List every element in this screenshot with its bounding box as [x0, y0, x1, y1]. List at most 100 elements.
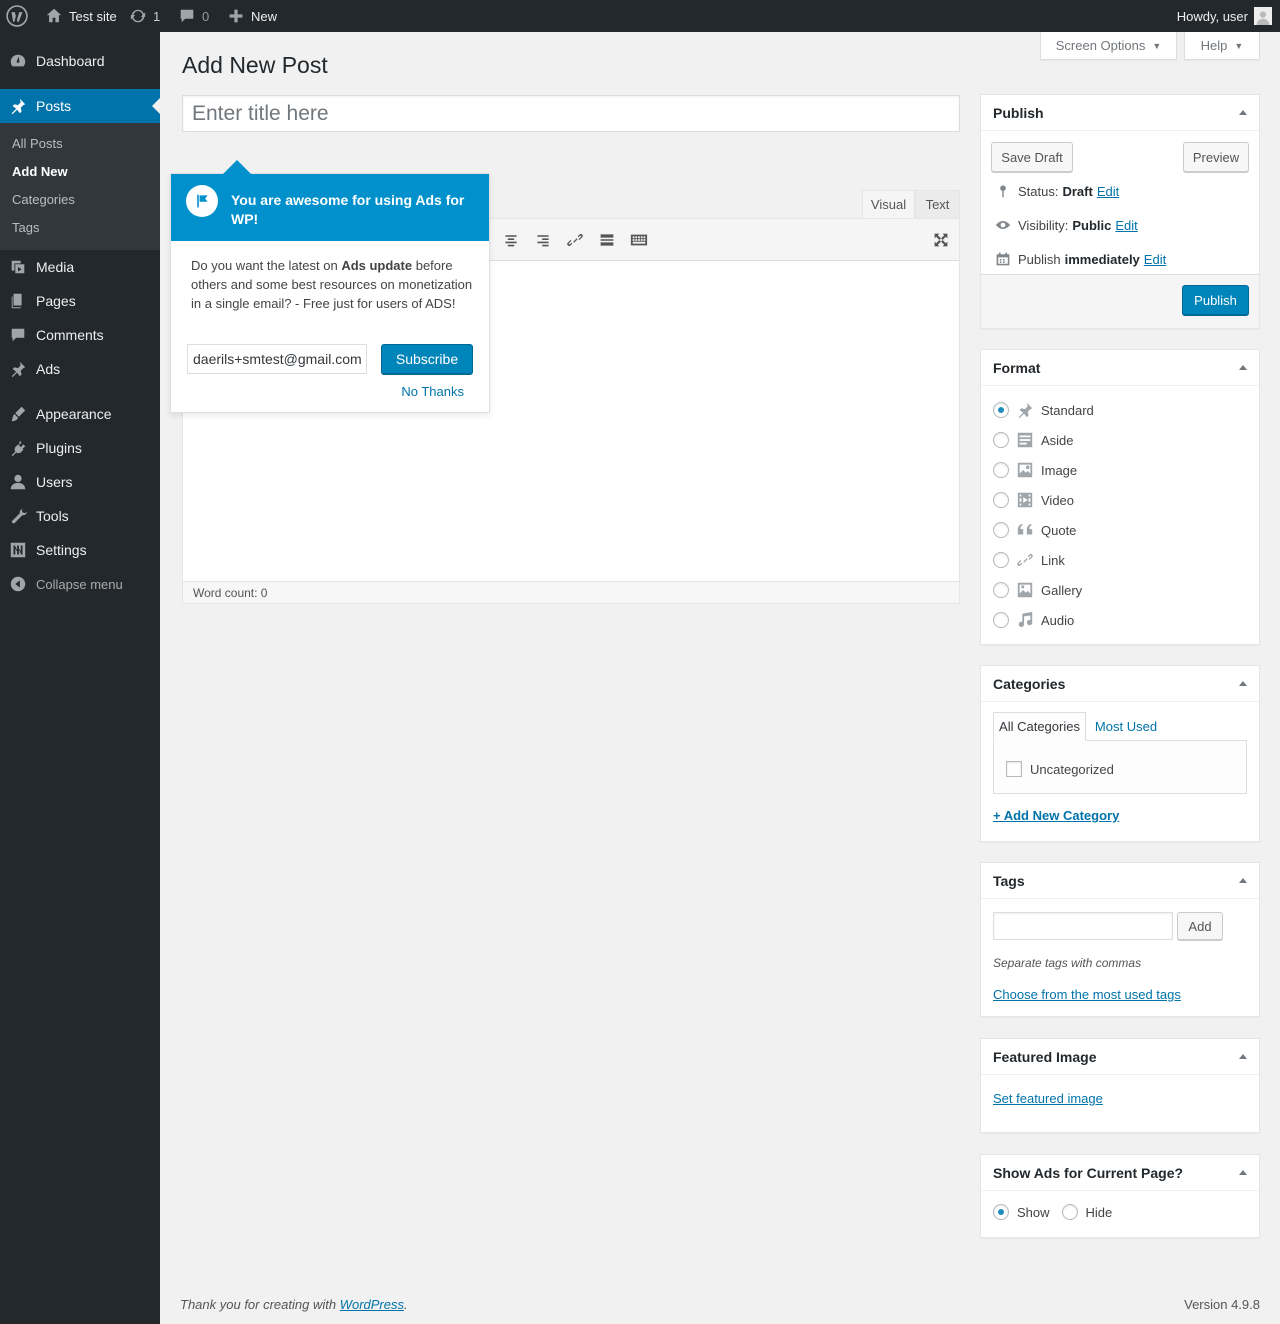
- publish-actions: Publish: [981, 274, 1259, 328]
- toolbar-toggle-icon[interactable]: [629, 230, 649, 250]
- publish-box-header[interactable]: Publish: [981, 95, 1259, 131]
- main-content: Screen Options ▼ Help ▼ Add New Post Visua…: [160, 32, 1280, 1324]
- tab-all-categories[interactable]: All Categories: [993, 712, 1086, 741]
- read-more-icon[interactable]: [597, 230, 617, 250]
- menu-item-settings[interactable]: Settings: [0, 533, 160, 567]
- format-radio-quote[interactable]: [993, 522, 1009, 538]
- category-tabs: All Categories Most Used: [993, 712, 1247, 741]
- screen-options-button[interactable]: Screen Options ▼: [1040, 32, 1177, 60]
- wordpress-logo-icon[interactable]: [6, 0, 28, 32]
- gallery-icon: [1015, 580, 1035, 600]
- format-radio-audio[interactable]: [993, 612, 1009, 628]
- toggle-arrow-icon[interactable]: [1239, 110, 1247, 115]
- tags-box-header[interactable]: Tags: [981, 863, 1259, 899]
- category-checkbox[interactable]: [1006, 761, 1022, 777]
- pin-icon: [993, 183, 1013, 199]
- edit-publish-time-link[interactable]: Edit: [1144, 252, 1166, 267]
- email-field[interactable]: [187, 344, 367, 374]
- menu-label-appearance: Appearance: [36, 406, 112, 422]
- insert-link-icon[interactable]: [565, 230, 585, 250]
- menu-item-tools[interactable]: Tools: [0, 499, 160, 533]
- pin-icon: [1015, 400, 1035, 420]
- toggle-arrow-icon[interactable]: [1239, 878, 1247, 883]
- toggle-arrow-icon[interactable]: [1239, 1054, 1247, 1059]
- submenu-categories[interactable]: Categories: [12, 192, 75, 207]
- format-radio-link[interactable]: [993, 552, 1009, 568]
- format-option-audio[interactable]: Audio: [993, 610, 1074, 630]
- format-option-aside[interactable]: Aside: [993, 430, 1074, 450]
- submenu-add-new[interactable]: Add New: [12, 164, 68, 179]
- choose-most-used-tags-link[interactable]: Choose from the most used tags: [993, 987, 1181, 1002]
- updates-link[interactable]: 1: [128, 0, 160, 32]
- pointer-body-text-1: Do you want the latest on: [191, 258, 342, 273]
- align-right-icon[interactable]: [533, 230, 553, 250]
- publish-box-title: Publish: [993, 104, 1044, 121]
- menu-item-plugins[interactable]: Plugins: [0, 431, 160, 465]
- format-option-video[interactable]: Video: [993, 490, 1074, 510]
- format-option-gallery[interactable]: Gallery: [993, 580, 1082, 600]
- menu-item-appearance[interactable]: Appearance: [0, 397, 160, 431]
- admin-menu: Dashboard Posts All Posts Add New Catego…: [0, 32, 160, 1324]
- toggle-arrow-icon[interactable]: [1239, 1170, 1247, 1175]
- help-button[interactable]: Help ▼: [1184, 32, 1260, 60]
- publish-button[interactable]: Publish: [1182, 285, 1249, 315]
- format-radio-aside[interactable]: [993, 432, 1009, 448]
- edit-visibility-link[interactable]: Edit: [1115, 218, 1137, 233]
- format-radio-image[interactable]: [993, 462, 1009, 478]
- fullscreen-icon[interactable]: [931, 230, 951, 250]
- format-box-header[interactable]: Format: [981, 350, 1259, 386]
- menu-item-pages[interactable]: Pages: [0, 284, 160, 318]
- featured-image-box-header[interactable]: Featured Image: [981, 1039, 1259, 1075]
- list-item[interactable]: Uncategorized: [1006, 761, 1114, 777]
- new-content-link[interactable]: New: [226, 0, 277, 32]
- comments-link[interactable]: 0: [177, 0, 209, 32]
- plus-icon: [226, 6, 246, 26]
- set-featured-image-link[interactable]: Set featured image: [993, 1091, 1103, 1106]
- format-label-standard: Standard: [1041, 402, 1094, 418]
- tab-most-used[interactable]: Most Used: [1086, 712, 1166, 741]
- submenu-tags[interactable]: Tags: [12, 220, 39, 235]
- add-new-category-link[interactable]: + Add New Category: [993, 808, 1119, 823]
- format-box-title: Format: [993, 359, 1041, 376]
- menu-item-media[interactable]: Media: [0, 250, 160, 284]
- show-ads-label-show: Show: [1017, 1204, 1050, 1220]
- toggle-arrow-icon[interactable]: [1239, 365, 1247, 370]
- wordpress-link[interactable]: WordPress: [340, 1297, 404, 1312]
- submenu-all-posts[interactable]: All Posts: [12, 136, 63, 151]
- show-ads-radio-show[interactable]: [993, 1204, 1009, 1220]
- preview-button[interactable]: Preview: [1183, 142, 1249, 172]
- format-option-quote[interactable]: Quote: [993, 520, 1076, 540]
- menu-item-posts[interactable]: Posts: [0, 89, 160, 123]
- subscribe-button[interactable]: Subscribe: [381, 344, 473, 374]
- footer-version: Version 4.9.8: [1184, 1297, 1260, 1312]
- menu-item-comments[interactable]: Comments: [0, 318, 160, 352]
- menu-item-users[interactable]: Users: [0, 465, 160, 499]
- format-option-link[interactable]: Link: [993, 550, 1065, 570]
- collapse-menu-button[interactable]: Collapse menu: [0, 567, 160, 601]
- show-ads-box-header[interactable]: Show Ads for Current Page?: [981, 1155, 1259, 1191]
- format-radio-video[interactable]: [993, 492, 1009, 508]
- no-thanks-link[interactable]: No Thanks: [401, 384, 464, 399]
- calendar-icon: [993, 251, 1013, 267]
- menu-item-ads[interactable]: Ads: [0, 352, 160, 386]
- publish-time-value: immediately: [1064, 251, 1140, 267]
- tab-text[interactable]: Text: [915, 190, 960, 219]
- format-radio-standard[interactable]: [993, 402, 1009, 418]
- add-tag-button[interactable]: Add: [1177, 912, 1223, 940]
- format-radio-gallery[interactable]: [993, 582, 1009, 598]
- align-center-icon[interactable]: [501, 230, 521, 250]
- my-account-link[interactable]: Howdy, user: [1177, 0, 1272, 32]
- menu-item-dashboard[interactable]: Dashboard: [0, 44, 160, 78]
- edit-status-link[interactable]: Edit: [1097, 184, 1119, 199]
- format-option-image[interactable]: Image: [993, 460, 1077, 480]
- show-ads-radio-hide[interactable]: [1061, 1204, 1078, 1220]
- site-name-link[interactable]: Test site: [44, 0, 117, 32]
- format-option-standard[interactable]: Standard: [993, 400, 1094, 420]
- status-row: Status: Draft Edit: [993, 183, 1119, 199]
- save-draft-button[interactable]: Save Draft: [991, 142, 1073, 172]
- categories-box-header[interactable]: Categories: [981, 666, 1259, 702]
- post-title-input[interactable]: [182, 95, 960, 132]
- tab-visual[interactable]: Visual: [862, 190, 915, 219]
- tag-input[interactable]: [993, 912, 1173, 940]
- toggle-arrow-icon[interactable]: [1239, 681, 1247, 686]
